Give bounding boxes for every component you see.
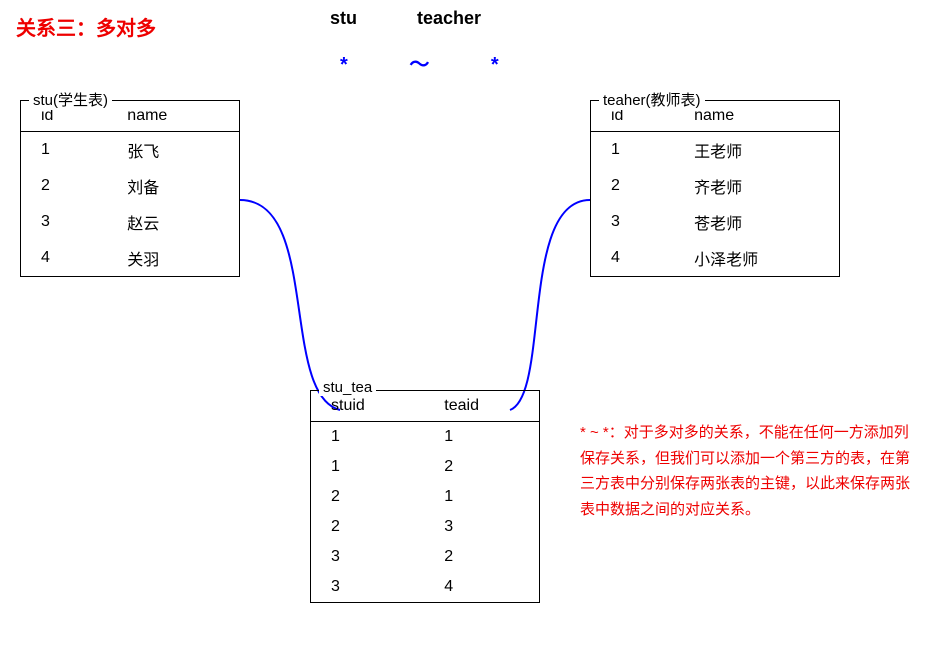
- table-row: 3苍老师: [591, 204, 839, 240]
- table-cell: 2: [311, 482, 424, 512]
- table-cell: 3: [21, 204, 107, 240]
- stu-table: stu(学生表) id name 1张飞2刘备3赵云4关羽: [20, 100, 240, 277]
- teacher-label: teacher: [417, 8, 481, 29]
- table-cell: 2: [424, 542, 539, 572]
- table-cell: 赵云: [107, 204, 239, 240]
- top-labels: stu teacher: [330, 8, 481, 29]
- table-cell: 4: [591, 240, 674, 276]
- table-cell: 4: [21, 240, 107, 276]
- stutea-col-teaid: teaid: [424, 391, 539, 422]
- table-cell: 1: [21, 132, 107, 169]
- table-cell: 1: [424, 482, 539, 512]
- stutea-table: stu_tea stuid teaid 111221233234: [310, 390, 540, 603]
- table-cell: 3: [591, 204, 674, 240]
- table-cell: 1: [424, 422, 539, 453]
- table-cell: 2: [311, 512, 424, 542]
- table-row: 4小泽老师: [591, 240, 839, 276]
- stu-col-name: name: [107, 101, 239, 132]
- table-row: 32: [311, 542, 539, 572]
- table-cell: 3: [311, 572, 424, 602]
- table-cell: 1: [311, 422, 424, 453]
- table-row: 1王老师: [591, 132, 839, 169]
- teacher-table: teaher(教师表) id name 1王老师2齐老师3苍老师4小泽老师: [590, 100, 840, 277]
- table-cell: 苍老师: [674, 204, 839, 240]
- table-cell: 齐老师: [674, 168, 839, 204]
- table-row: 4关羽: [21, 240, 239, 276]
- page-title: 关系三：多对多: [16, 12, 156, 41]
- table-row: 34: [311, 572, 539, 602]
- table-row: 21: [311, 482, 539, 512]
- table-row: 3赵云: [21, 204, 239, 240]
- table-row: 12: [311, 452, 539, 482]
- table-cell: 2: [424, 452, 539, 482]
- teacher-table-label: teaher(教师表): [599, 89, 705, 110]
- table-cell: 关羽: [107, 240, 239, 276]
- table-cell: 刘备: [107, 168, 239, 204]
- table-row: 2刘备: [21, 168, 239, 204]
- table-row: 23: [311, 512, 539, 542]
- table-cell: 小泽老师: [674, 240, 839, 276]
- table-cell: 1: [311, 452, 424, 482]
- table-cell: 张飞: [107, 132, 239, 169]
- stutea-table-label: stu_tea: [319, 379, 376, 396]
- table-row: 2齐老师: [591, 168, 839, 204]
- stu-table-label: stu(学生表): [29, 89, 112, 110]
- table-cell: 4: [424, 572, 539, 602]
- star-tilde-star: * ～ *: [340, 48, 527, 77]
- table-row: 1张飞: [21, 132, 239, 169]
- table-cell: 3: [311, 542, 424, 572]
- table-cell: 1: [591, 132, 674, 169]
- table-cell: 王老师: [674, 132, 839, 169]
- main-canvas: 关系三：多对多 stu teacher * ～ * stu(学生表) id na…: [0, 0, 949, 655]
- table-cell: 2: [591, 168, 674, 204]
- stu-label: stu: [330, 8, 357, 29]
- table-cell: 3: [424, 512, 539, 542]
- description-text: * ~ *：对于多对多的关系，不能在任何一方添加列保存关系，但我们可以添加一个第…: [580, 424, 910, 518]
- description-box: * ~ *：对于多对多的关系，不能在任何一方添加列保存关系，但我们可以添加一个第…: [580, 420, 920, 522]
- table-cell: 2: [21, 168, 107, 204]
- table-row: 11: [311, 422, 539, 453]
